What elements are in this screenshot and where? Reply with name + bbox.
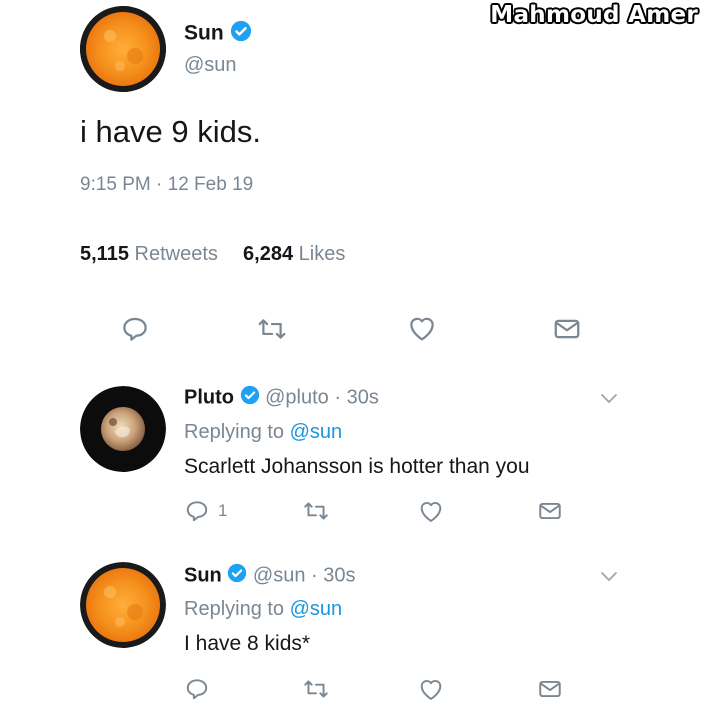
direct-message-button[interactable] [537, 498, 563, 524]
reply-time[interactable]: · 30s [311, 564, 355, 586]
reply-header: Sun @sun · 30s [184, 563, 356, 589]
direct-message-button[interactable] [552, 314, 582, 344]
heart-icon [420, 502, 442, 522]
retweet-icon [304, 502, 328, 520]
retweet-button[interactable] [302, 498, 330, 524]
heart-icon [410, 317, 434, 341]
mail-icon [539, 680, 561, 698]
likes-label[interactable]: Likes [299, 243, 346, 265]
verified-badge-icon [230, 20, 252, 48]
watermark: Mahmoud Amer [490, 2, 698, 28]
replying-handle-link[interactable]: @sun [290, 421, 343, 443]
replying-handle-link[interactable]: @sun [290, 598, 343, 620]
retweets-count[interactable]: 5,115 [80, 243, 129, 265]
heart-icon [420, 680, 442, 700]
reply-header: Pluto @pluto · 30s [184, 385, 379, 411]
author-handle[interactable]: @pluto [265, 386, 329, 408]
reply-count: 1 [218, 501, 228, 520]
author-name[interactable]: Sun [184, 564, 222, 586]
chevron-down-icon[interactable] [598, 390, 620, 406]
author-handle[interactable]: @sun [184, 54, 237, 77]
author-handle[interactable]: @sun [253, 564, 306, 586]
sun-avatar[interactable] [80, 562, 166, 648]
like-button[interactable] [416, 675, 446, 703]
mail-icon [554, 319, 580, 339]
direct-message-button[interactable] [537, 676, 563, 702]
reply-button[interactable] [184, 676, 218, 702]
retweet-icon [258, 319, 286, 339]
retweets-label[interactable]: Retweets [135, 243, 218, 265]
retweet-icon [304, 680, 328, 698]
tweet-text: i have 9 kids. [80, 114, 261, 149]
reply-button[interactable]: 1 [184, 498, 227, 524]
retweet-button[interactable] [256, 314, 288, 344]
retweet-button[interactable] [302, 676, 330, 702]
main-author[interactable]: Sun [184, 20, 252, 48]
verified-badge-icon [240, 385, 260, 411]
tweet-stats: 5,115 Retweets 6,284 Likes [80, 243, 345, 266]
reply-text: I have 8 kids* [184, 632, 311, 655]
replying-to: Replying to @sun [184, 421, 342, 444]
sun-avatar[interactable] [80, 6, 166, 92]
mail-icon [539, 502, 561, 520]
reply-icon [186, 501, 208, 522]
chevron-down-icon[interactable] [598, 568, 620, 584]
like-button[interactable] [405, 312, 439, 344]
author-name[interactable]: Pluto [184, 386, 234, 408]
reply-time[interactable]: · 30s [334, 386, 378, 408]
author-name[interactable]: Sun [184, 22, 224, 45]
replying-to: Replying to @sun [184, 598, 342, 621]
replying-label: Replying to [184, 421, 285, 443]
reply-icon [123, 317, 147, 341]
reply-button[interactable] [120, 314, 150, 344]
pluto-avatar[interactable] [80, 386, 166, 472]
reply-icon [186, 679, 208, 700]
likes-count[interactable]: 6,284 [243, 243, 293, 265]
tweet-timestamp[interactable]: 9:15 PM · 12 Feb 19 [80, 174, 253, 196]
verified-badge-icon [227, 563, 247, 589]
reply-text: Scarlett Johansson is hotter than you [184, 455, 530, 478]
like-button[interactable] [416, 497, 446, 525]
replying-label: Replying to [184, 598, 285, 620]
